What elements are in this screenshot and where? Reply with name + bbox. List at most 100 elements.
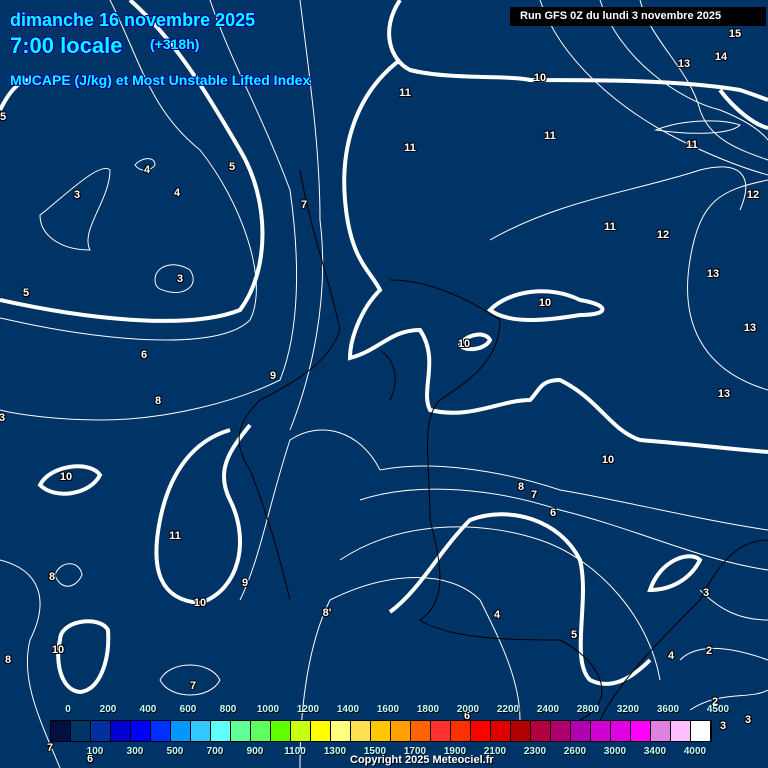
contour-map xyxy=(0,0,768,768)
legend-swatch xyxy=(291,721,311,741)
legend-swatch xyxy=(331,721,351,741)
color-legend xyxy=(50,720,712,742)
contour-label: 5 xyxy=(0,111,7,123)
isoline xyxy=(679,647,768,661)
contour-label: 8 xyxy=(154,395,162,407)
legend-swatch xyxy=(591,721,611,741)
legend-swatch xyxy=(451,721,471,741)
isoline-major xyxy=(647,554,703,593)
isoline-major xyxy=(154,423,252,606)
legend-swatch xyxy=(271,721,291,741)
legend-swatch xyxy=(371,721,391,741)
contour-label: 12 xyxy=(746,189,760,201)
weather-map: dimanche 16 novembre 2025 7:00 locale (+… xyxy=(0,0,768,768)
contour-label: 11 xyxy=(544,130,556,142)
coastline xyxy=(389,279,603,721)
contour-label: 13 xyxy=(677,58,691,70)
contour-label: 6 xyxy=(140,349,148,361)
isoline xyxy=(289,0,324,431)
isoline xyxy=(299,599,331,768)
contour-label: 8 xyxy=(48,571,56,583)
isoline-major xyxy=(342,58,768,454)
legend-tick-label: 500 xyxy=(166,746,184,757)
parameter-title: MUCAPE (J/kg) et Most Unstable Lifted In… xyxy=(10,72,311,88)
contour-label: 4 xyxy=(143,164,151,176)
isoline xyxy=(154,264,194,294)
legend-swatch xyxy=(191,721,211,741)
contour-label: 3 xyxy=(73,189,81,201)
contour-label: 6 xyxy=(549,507,557,519)
copyright: Copyright 2025 Meteociel.fr xyxy=(350,754,494,766)
legend-tick-label: 2300 xyxy=(523,746,547,757)
legend-tick-label: 2000 xyxy=(456,704,480,715)
contour-label: 10 xyxy=(538,297,552,309)
legend-swatch xyxy=(511,721,531,741)
legend-tick-label: 3600 xyxy=(656,704,680,715)
contour-label: 15 xyxy=(728,28,742,40)
legend-tick-label: 2400 xyxy=(536,704,560,715)
legend-swatch xyxy=(71,721,91,741)
legend-swatch xyxy=(551,721,571,741)
legend-tick-label: 800 xyxy=(219,704,237,715)
isoline xyxy=(339,526,661,681)
contour-label: 14 xyxy=(714,51,728,63)
forecast-hour: 7:00 locale xyxy=(10,33,123,58)
legend-tick-label: 900 xyxy=(246,746,264,757)
legend-swatch xyxy=(411,721,431,741)
legend-swatch xyxy=(491,721,511,741)
isoline-major xyxy=(388,512,652,686)
contour-label: 5 xyxy=(22,287,30,299)
isoline xyxy=(654,120,741,134)
contour-label: 13 xyxy=(706,268,720,280)
contour-label: 10 xyxy=(601,454,615,466)
legend-tick-label: 1100 xyxy=(284,746,306,757)
contour-label: 9 xyxy=(269,370,277,382)
legend-swatch xyxy=(311,721,331,741)
contour-label: 3 xyxy=(176,273,184,285)
contour-label: 10 xyxy=(51,644,65,656)
contour-label: 8 xyxy=(4,654,12,666)
legend-tick-label: 1000 xyxy=(256,704,280,715)
legend-swatch xyxy=(691,721,711,741)
contour-label: 10 xyxy=(193,597,207,609)
legend-swatch xyxy=(131,721,151,741)
contour-label: 3 xyxy=(719,720,727,732)
legend-swatch xyxy=(431,721,451,741)
isoline xyxy=(0,0,298,421)
legend-tick-label: 2800 xyxy=(576,704,600,715)
contour-label: 2 xyxy=(705,645,713,657)
legend-tick-label: 3000 xyxy=(603,746,627,757)
coastline xyxy=(379,349,396,401)
forecast-date: dimanche 16 novembre 2025 xyxy=(10,10,256,30)
coastline xyxy=(238,169,341,601)
contour-label: 13 xyxy=(717,388,731,400)
legend-tick-label: 1300 xyxy=(323,746,347,757)
legend-tick-label: 4000 xyxy=(683,746,707,757)
contour-label: 5 xyxy=(228,161,236,173)
isoline-major xyxy=(56,619,111,695)
legend-swatch xyxy=(671,721,691,741)
legend-swatch xyxy=(631,721,651,741)
legend-tick-label: 2600 xyxy=(563,746,587,757)
legend-swatch xyxy=(211,721,231,741)
legend-swatch xyxy=(51,721,71,741)
legend-tick-label: 2200 xyxy=(496,704,520,715)
legend-swatch xyxy=(251,721,271,741)
legend-tick-label: 400 xyxy=(139,704,157,715)
contour-label: 7 xyxy=(46,742,54,754)
contour-label: 8' xyxy=(322,607,332,619)
legend-swatch xyxy=(391,721,411,741)
contour-label: 11 xyxy=(404,142,416,154)
contour-label: 5 xyxy=(570,629,578,641)
isoline xyxy=(489,166,747,241)
contour-label: 3 xyxy=(744,714,752,726)
run-info: Run GFS 0Z du lundi 3 novembre 2025 xyxy=(510,7,766,26)
contour-label: 4 xyxy=(173,187,181,199)
legend-tick-label: 200 xyxy=(99,704,117,715)
legend-tick-label: 0 xyxy=(65,704,71,715)
legend-tick-label: 4500 xyxy=(706,704,730,715)
border xyxy=(599,539,768,721)
lead-time: (+318h) xyxy=(150,36,200,52)
legend-tick-label: 1800 xyxy=(416,704,440,715)
isoline xyxy=(379,465,768,531)
